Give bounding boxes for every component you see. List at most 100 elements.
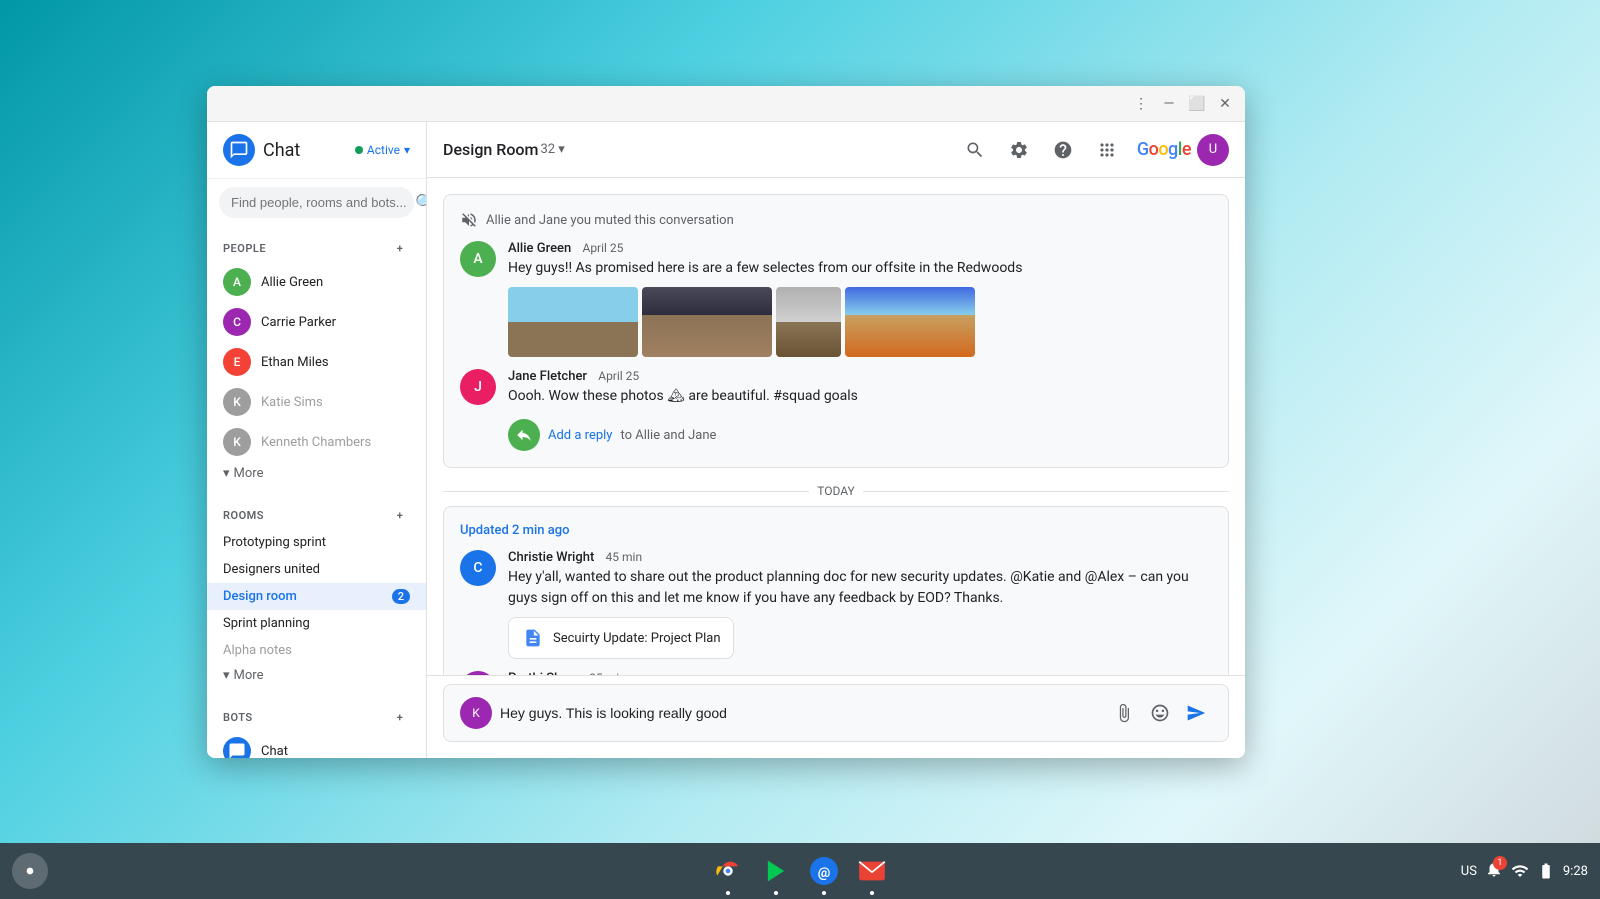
message-content-allie: Allie Green April 25 Hey guys!! As promi… [508, 241, 1212, 357]
taskbar-play[interactable] [756, 851, 796, 891]
wifi-icon [1511, 862, 1529, 880]
sidebar-item-ethan-miles[interactable]: E Ethan Miles [207, 342, 426, 382]
message-christie: C Christie Wright 45 min Hey y'all, want… [460, 550, 1212, 659]
window-minimize-btn[interactable]: — [1157, 92, 1181, 116]
window-body: Chat Active ▾ 🔍 PEOPLE + A [207, 122, 1245, 758]
chat-window: ⋮ — ⬜ ✕ Chat Active ▾ 🔍 [207, 86, 1245, 758]
bot-item-chat[interactable]: Chat [207, 731, 426, 758]
updated-banner: Updated 2 min ago [460, 523, 1212, 538]
attach-btn[interactable] [1108, 697, 1140, 729]
sidebar-item-alpha-notes[interactable]: Alpha notes [207, 637, 426, 664]
add-room-btn[interactable]: + [390, 505, 410, 525]
photo-3[interactable] [776, 287, 841, 357]
taskbar-right: US 1 9:28 [1461, 860, 1588, 882]
people-section-header: PEOPLE + [207, 234, 426, 262]
launcher-btn[interactable] [12, 853, 48, 889]
sidebar-item-carrie-parker[interactable]: C Carrie Parker [207, 302, 426, 342]
gmail-indicator [822, 891, 826, 895]
active-status[interactable]: Active ▾ [355, 143, 410, 157]
help-btn[interactable] [1045, 132, 1081, 168]
search-bar[interactable]: 🔍 [219, 187, 414, 218]
sidebar-item-allie-green[interactable]: A Allie Green [207, 262, 426, 302]
window-close-btn[interactable]: ✕ [1213, 92, 1237, 116]
input-actions [1108, 697, 1212, 729]
window-more-btn[interactable]: ⋮ [1129, 92, 1153, 116]
avatar-allie: A [223, 268, 251, 296]
emoji-btn[interactable] [1144, 697, 1176, 729]
search-input[interactable] [231, 195, 407, 210]
rooms-section-header: ROOMS + [207, 501, 426, 529]
bot-avatar-chat [223, 737, 251, 758]
send-btn[interactable] [1180, 697, 1212, 729]
people-more-toggle[interactable]: ▾ More [207, 462, 426, 485]
taskbar-mail[interactable] [852, 851, 892, 891]
search-icon[interactable]: 🔍 [415, 193, 427, 212]
sidebar-item-prototyping-sprint[interactable]: Prototyping sprint [207, 529, 426, 556]
avatar-allie-message: A [460, 241, 496, 277]
message-text-allie: Hey guys!! As promised here is are a few… [508, 258, 1212, 279]
doc-icon [521, 626, 545, 650]
sidebar-item-kenneth-chambers[interactable]: K Kenneth Chambers [207, 422, 426, 462]
chat-room-name: Design Room [443, 140, 538, 159]
apps-grid-btn[interactable] [1089, 132, 1125, 168]
chat-header-actions: Google U [957, 132, 1229, 168]
active-dot [355, 146, 363, 154]
add-bot-btn[interactable]: + [390, 707, 410, 727]
message-text-jane: Oooh. Wow these photos 🏔 are beautiful. … [508, 386, 1212, 407]
thread-1: Allie and Jane you muted this conversati… [443, 194, 1229, 468]
message-allie-green: A Allie Green April 25 Hey guys!! As pro… [460, 241, 1212, 357]
avatar-christie: C [460, 550, 496, 586]
messages-area: Allie and Jane you muted this conversati… [427, 178, 1245, 675]
input-user-avatar: K [460, 697, 492, 729]
add-reply-btn[interactable]: Add a reply [548, 428, 612, 443]
taskbar-chrome[interactable] [708, 851, 748, 891]
sidebar: Chat Active ▾ 🔍 PEOPLE + A [207, 122, 427, 758]
doc-name: Secuirty Update: Project Plan [553, 631, 721, 646]
chat-header: Design Room 32 ▾ [427, 122, 1245, 178]
rooms-more-toggle[interactable]: ▾ More [207, 664, 426, 687]
message-jane-fletcher: J Jane Fletcher April 25 Oooh. Wow these… [460, 369, 1212, 407]
notification-badge: 1 [1493, 856, 1507, 870]
sidebar-item-sprint-planning[interactable]: Sprint planning [207, 610, 426, 637]
add-person-btn[interactable]: + [390, 238, 410, 258]
bots-section: BOTS + Chat Drive [207, 695, 426, 758]
sidebar-item-katie-sims[interactable]: K Katie Sims [207, 382, 426, 422]
taskbar-center: @ [708, 851, 892, 891]
photo-2[interactable] [642, 287, 772, 357]
input-row: K [460, 697, 1212, 729]
avatar-katie: K [223, 388, 251, 416]
search-chat-btn[interactable] [957, 132, 993, 168]
sidebar-item-design-room[interactable]: Design room 2 [207, 583, 426, 610]
photo-4[interactable] [845, 287, 975, 357]
rooms-section: ROOMS + Prototyping sprint Designers uni… [207, 493, 426, 695]
chat-input-area: K [427, 675, 1245, 758]
photo-1[interactable] [508, 287, 638, 357]
mail-indicator [870, 891, 874, 895]
message-text-christie: Hey y'all, wanted to share out the produ… [508, 567, 1212, 609]
user-avatar[interactable]: U [1197, 134, 1229, 166]
chat-input[interactable] [500, 705, 1100, 721]
muted-notice: Allie and Jane you muted this conversati… [460, 211, 1212, 229]
sidebar-header: Chat Active ▾ [207, 122, 426, 179]
settings-btn[interactable] [1001, 132, 1037, 168]
room-member-count: 32 ▾ [540, 142, 564, 157]
message-author-jane: Jane Fletcher April 25 [508, 369, 1212, 384]
play-indicator [774, 891, 778, 895]
taskbar-region: US [1461, 864, 1477, 879]
taskbar-gmail-icon[interactable]: @ [804, 851, 844, 891]
message-content-jane: Jane Fletcher April 25 Oooh. Wow these p… [508, 369, 1212, 407]
bots-section-header: BOTS + [207, 703, 426, 731]
reply-area[interactable]: Add a reply to Allie and Jane [460, 419, 1212, 451]
thread-2: Updated 2 min ago C Christie Wright 45 m… [443, 506, 1229, 675]
app-name: Chat [263, 140, 300, 161]
notification-wrapper: 1 [1485, 860, 1503, 882]
svg-text:@: @ [818, 865, 831, 881]
taskbar: @ US 1 9:28 [0, 843, 1600, 899]
sidebar-item-designers-united[interactable]: Designers united [207, 556, 426, 583]
window-maximize-btn[interactable]: ⬜ [1185, 92, 1209, 116]
message-author-christie: Christie Wright 45 min [508, 550, 1212, 565]
battery-icon [1537, 862, 1555, 880]
window-titlebar: ⋮ — ⬜ ✕ [207, 86, 1245, 122]
doc-attachment[interactable]: Secuirty Update: Project Plan [508, 617, 734, 659]
unread-badge-design-room: 2 [392, 589, 410, 604]
